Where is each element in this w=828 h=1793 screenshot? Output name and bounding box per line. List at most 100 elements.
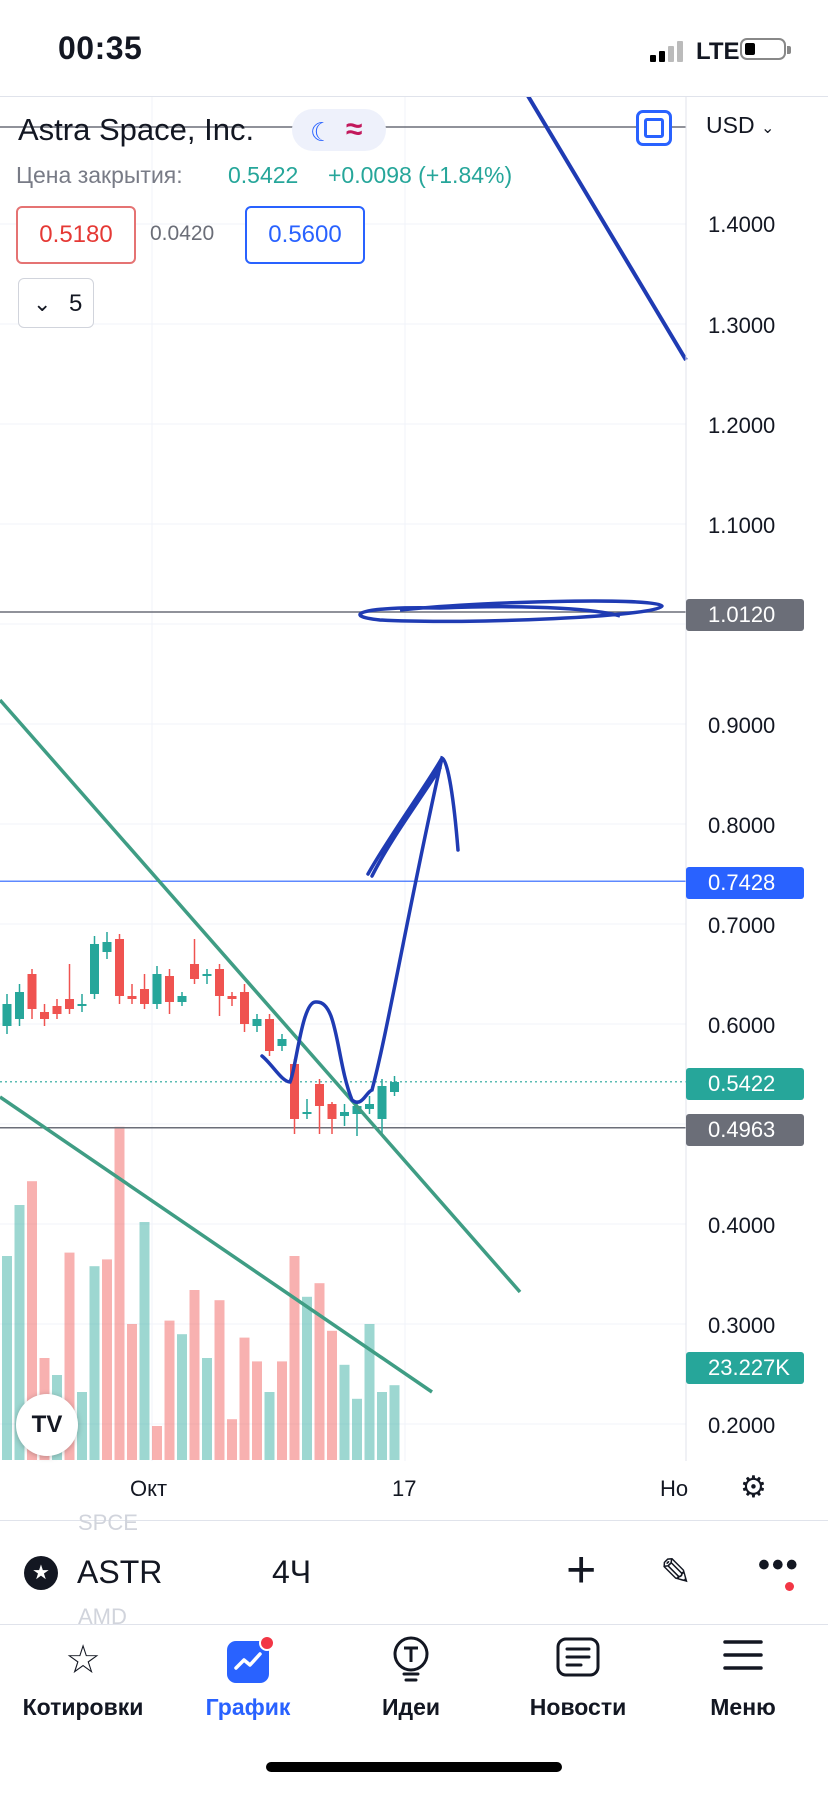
- notification-dot: [785, 1582, 794, 1591]
- candle-body: [390, 1082, 399, 1092]
- price-axis-label: 1.2000: [708, 413, 776, 438]
- volume-bar: [327, 1330, 337, 1460]
- notification-dot: [259, 1635, 275, 1652]
- price-chart[interactable]: [0, 96, 828, 1461]
- candle-body: [77, 1004, 87, 1006]
- tab-label: Меню: [710, 1694, 776, 1720]
- time-axis-label: 17: [392, 1476, 417, 1501]
- price-tag-level: 0.7428: [686, 867, 804, 899]
- currency-selector[interactable]: USD ⌄: [706, 112, 774, 139]
- volume-bar: [302, 1296, 312, 1460]
- tab-menu[interactable]: Меню: [668, 1634, 818, 1721]
- chart-grid: [0, 96, 686, 1461]
- candle-body: [302, 1112, 312, 1114]
- candle-body: [27, 974, 37, 1009]
- candle-body: [215, 969, 224, 996]
- candle-body: [227, 996, 237, 999]
- currency-label: USD: [706, 112, 755, 138]
- candle-body: [127, 996, 137, 999]
- tab-label: График: [205, 1694, 291, 1720]
- battery-icon: [740, 38, 791, 60]
- tab-label: Новости: [529, 1694, 627, 1720]
- candle-body: [202, 974, 212, 976]
- candle-body: [140, 989, 149, 1004]
- chart-icon: [173, 1634, 323, 1686]
- volume-bar: [277, 1361, 287, 1460]
- volume-bar: [177, 1334, 187, 1460]
- candle-body: [265, 1019, 274, 1051]
- volume-bar: [389, 1385, 400, 1460]
- price-tag-level: 1.0120: [686, 599, 804, 631]
- moon-icon: ☾: [310, 117, 334, 147]
- volume-bar: [264, 1392, 275, 1460]
- candle-body: [177, 996, 187, 1002]
- volume-bar: [89, 1266, 100, 1460]
- price-axis-label: 0.2000: [708, 1413, 776, 1438]
- gear-icon[interactable]: ⚙: [740, 1470, 767, 1505]
- spread-value: 0.0420: [150, 222, 215, 245]
- ticker-selector[interactable]: ASTR: [77, 1554, 162, 1591]
- volume-bar: [202, 1358, 212, 1460]
- interval-selector[interactable]: 4Ч: [272, 1554, 311, 1591]
- network-type: LTE: [696, 38, 740, 65]
- sell-button[interactable]: 0.5180: [16, 206, 136, 264]
- candle-body: [340, 1112, 349, 1116]
- hamburger-icon: [668, 1634, 818, 1686]
- approx-icon: ≈: [346, 113, 363, 146]
- price-axis-label: 1.3000: [708, 313, 776, 338]
- theme-toggle[interactable]: ☾ ≈: [292, 109, 386, 151]
- chevron-down-icon: ⌄: [760, 120, 775, 137]
- price-axis-label: 1.1000: [708, 513, 776, 538]
- tab-label: Идеи: [381, 1694, 441, 1720]
- tradingview-logo-icon: TV: [16, 1394, 78, 1456]
- candle-body: [40, 1012, 49, 1019]
- newspaper-icon: [503, 1634, 653, 1686]
- candle-body: [115, 939, 124, 996]
- symbol-title[interactable]: Astra Space, Inc.: [18, 112, 254, 148]
- indicators-count: 5: [69, 290, 83, 317]
- tab-chart[interactable]: График: [173, 1634, 323, 1721]
- close-price-change: +0.0098 (+1.84%): [328, 162, 513, 188]
- trend-line-upper: [0, 698, 522, 1294]
- candles: [2, 932, 399, 1136]
- candle-body: [152, 974, 162, 1004]
- price-tag-level: 0.4963: [686, 1114, 804, 1146]
- lightbulb-icon: [336, 1634, 486, 1686]
- buy-button[interactable]: 0.5600: [245, 206, 365, 264]
- volume-bar: [252, 1361, 262, 1460]
- volume-bar: [289, 1256, 300, 1460]
- volume-bar: [189, 1290, 200, 1460]
- volume-bar: [139, 1222, 150, 1460]
- candle-body: [277, 1039, 287, 1046]
- time-axis-label: Окт: [130, 1476, 168, 1501]
- watchlist-star-icon[interactable]: ★: [24, 1556, 58, 1590]
- price-axis-label: 0.8000: [708, 813, 776, 838]
- fullscreen-button[interactable]: [636, 110, 672, 146]
- status-time: 00:35: [58, 30, 143, 66]
- more-options-icon[interactable]: •••: [758, 1546, 800, 1585]
- header-divider: [0, 96, 828, 97]
- candle-body: [190, 964, 199, 979]
- tab-ideas[interactable]: Идеи: [336, 1634, 486, 1721]
- candle-body: [65, 999, 74, 1009]
- candle-body: [165, 976, 174, 1002]
- candle-body: [15, 992, 24, 1019]
- cellular-signal-icon: [650, 40, 690, 62]
- indicators-toggle[interactable]: ⌄ 5: [18, 278, 94, 328]
- volume-bar: [239, 1337, 250, 1460]
- drawing-tools-icon[interactable]: ✎: [660, 1550, 692, 1595]
- add-icon[interactable]: +: [566, 1540, 596, 1600]
- candle-body: [2, 1004, 12, 1026]
- time-axis-label: Но: [660, 1476, 689, 1501]
- volume-bar: [2, 1256, 12, 1460]
- arrow-path-drawing: [260, 755, 460, 1104]
- tab-quotes[interactable]: ☆ Котировки: [8, 1634, 158, 1721]
- chevron-down-icon: ⌄: [33, 291, 52, 316]
- candle-body: [252, 1019, 262, 1026]
- previous-symbol: SPCE: [78, 1510, 138, 1535]
- price-axis-label: 0.7000: [708, 913, 776, 938]
- candle-body: [240, 992, 249, 1024]
- tab-news[interactable]: Новости: [503, 1634, 653, 1721]
- price-axis-label: 1.4000: [708, 212, 776, 237]
- tab-label: Котировки: [22, 1694, 144, 1720]
